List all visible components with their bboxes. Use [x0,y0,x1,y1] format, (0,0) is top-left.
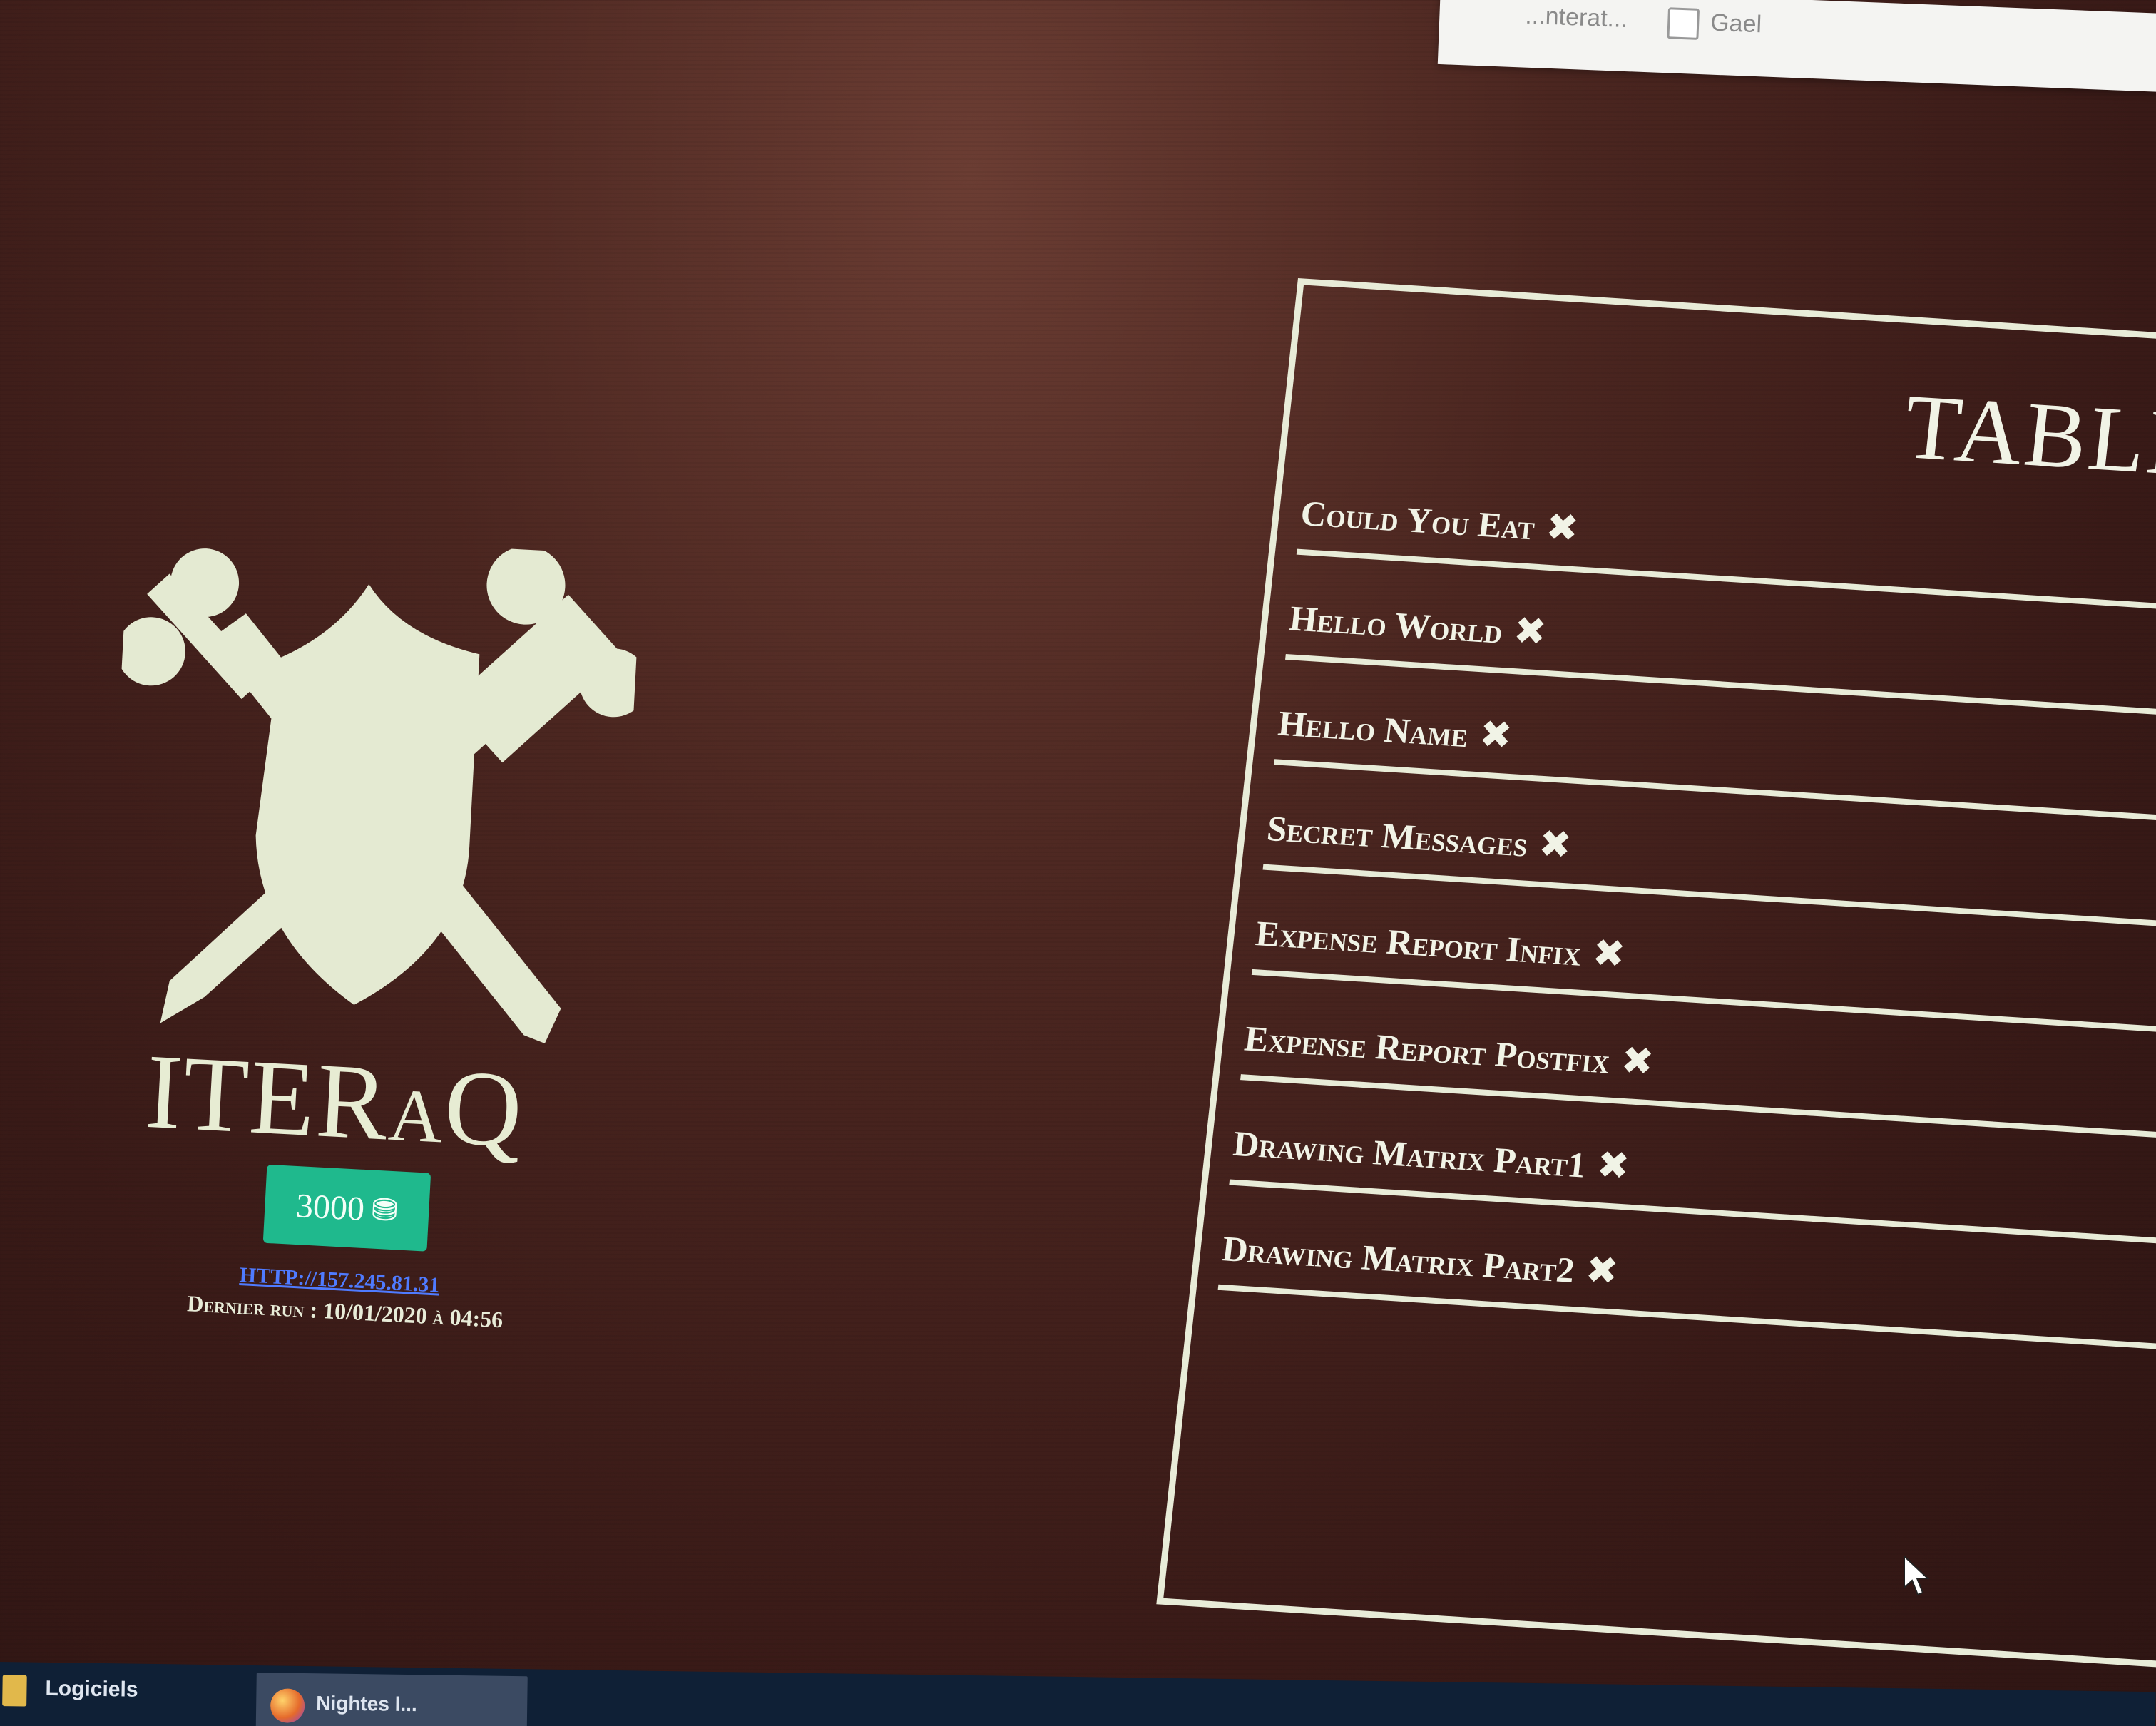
shield-swords-logo-icon [116,546,642,1043]
background-window-strip: ...nterat... Gael [1437,0,2156,95]
app-title: ITERαQ [143,1031,526,1170]
coins-stack-icon: ⛃ [370,1192,399,1228]
task-name: Drawing Matrix Part2 [1220,1228,1577,1290]
task-name: Expense Report Postfix [1242,1018,1613,1081]
task-name: Expense Report Infix [1254,913,1584,974]
folder-icon[interactable] [2,1675,27,1707]
fail-x-icon: ✖ [1477,711,1515,758]
firefox-nightly-icon [270,1688,305,1723]
task-name: Could You Eat [1299,493,1537,548]
fail-x-icon: ✖ [1511,608,1549,655]
taskbar-folder-label[interactable]: Logiciels [45,1677,138,1702]
taskbar: Logiciels Nightes l... [0,1662,2156,1726]
task-list: Could You Eat ✖ Hello World ✖ Hello Name… [1217,449,2156,1357]
fail-x-icon: ✖ [1590,929,1628,977]
fail-x-icon: ✖ [1536,820,1574,868]
brand-block: ITERαQ 3000 ⛃ HTTP://157.245.81.31 Derni… [64,528,678,1384]
coins-value: 3000 [295,1186,366,1228]
taskbar-app-label: Nightes l... [316,1692,418,1716]
task-name: Hello World [1287,598,1505,651]
mouse-pointer-icon [1904,1555,1930,1596]
panel-title: TABLEA [1899,375,2156,501]
background-window-checkbox[interactable] [1667,7,1700,40]
fail-x-icon: ✖ [1583,1247,1621,1294]
fail-x-icon: ✖ [1594,1141,1632,1189]
fail-x-icon: ✖ [1543,504,1581,551]
background-window-name: Gael [1710,9,1762,39]
tableau-panel: TABLEA Could You Eat ✖ Hello World ✖ Hel… [1156,278,2156,1673]
task-name: Drawing Matrix Part1 [1231,1123,1588,1185]
background-window-text: ...nterat... [1524,1,1628,34]
taskbar-app-button[interactable]: Nightes l... [255,1673,528,1726]
task-name: Secret Messages [1265,807,1530,864]
coins-button[interactable]: 3000 ⛃ [262,1164,431,1252]
fail-x-icon: ✖ [1618,1037,1656,1085]
task-name: Hello Name [1276,703,1471,755]
